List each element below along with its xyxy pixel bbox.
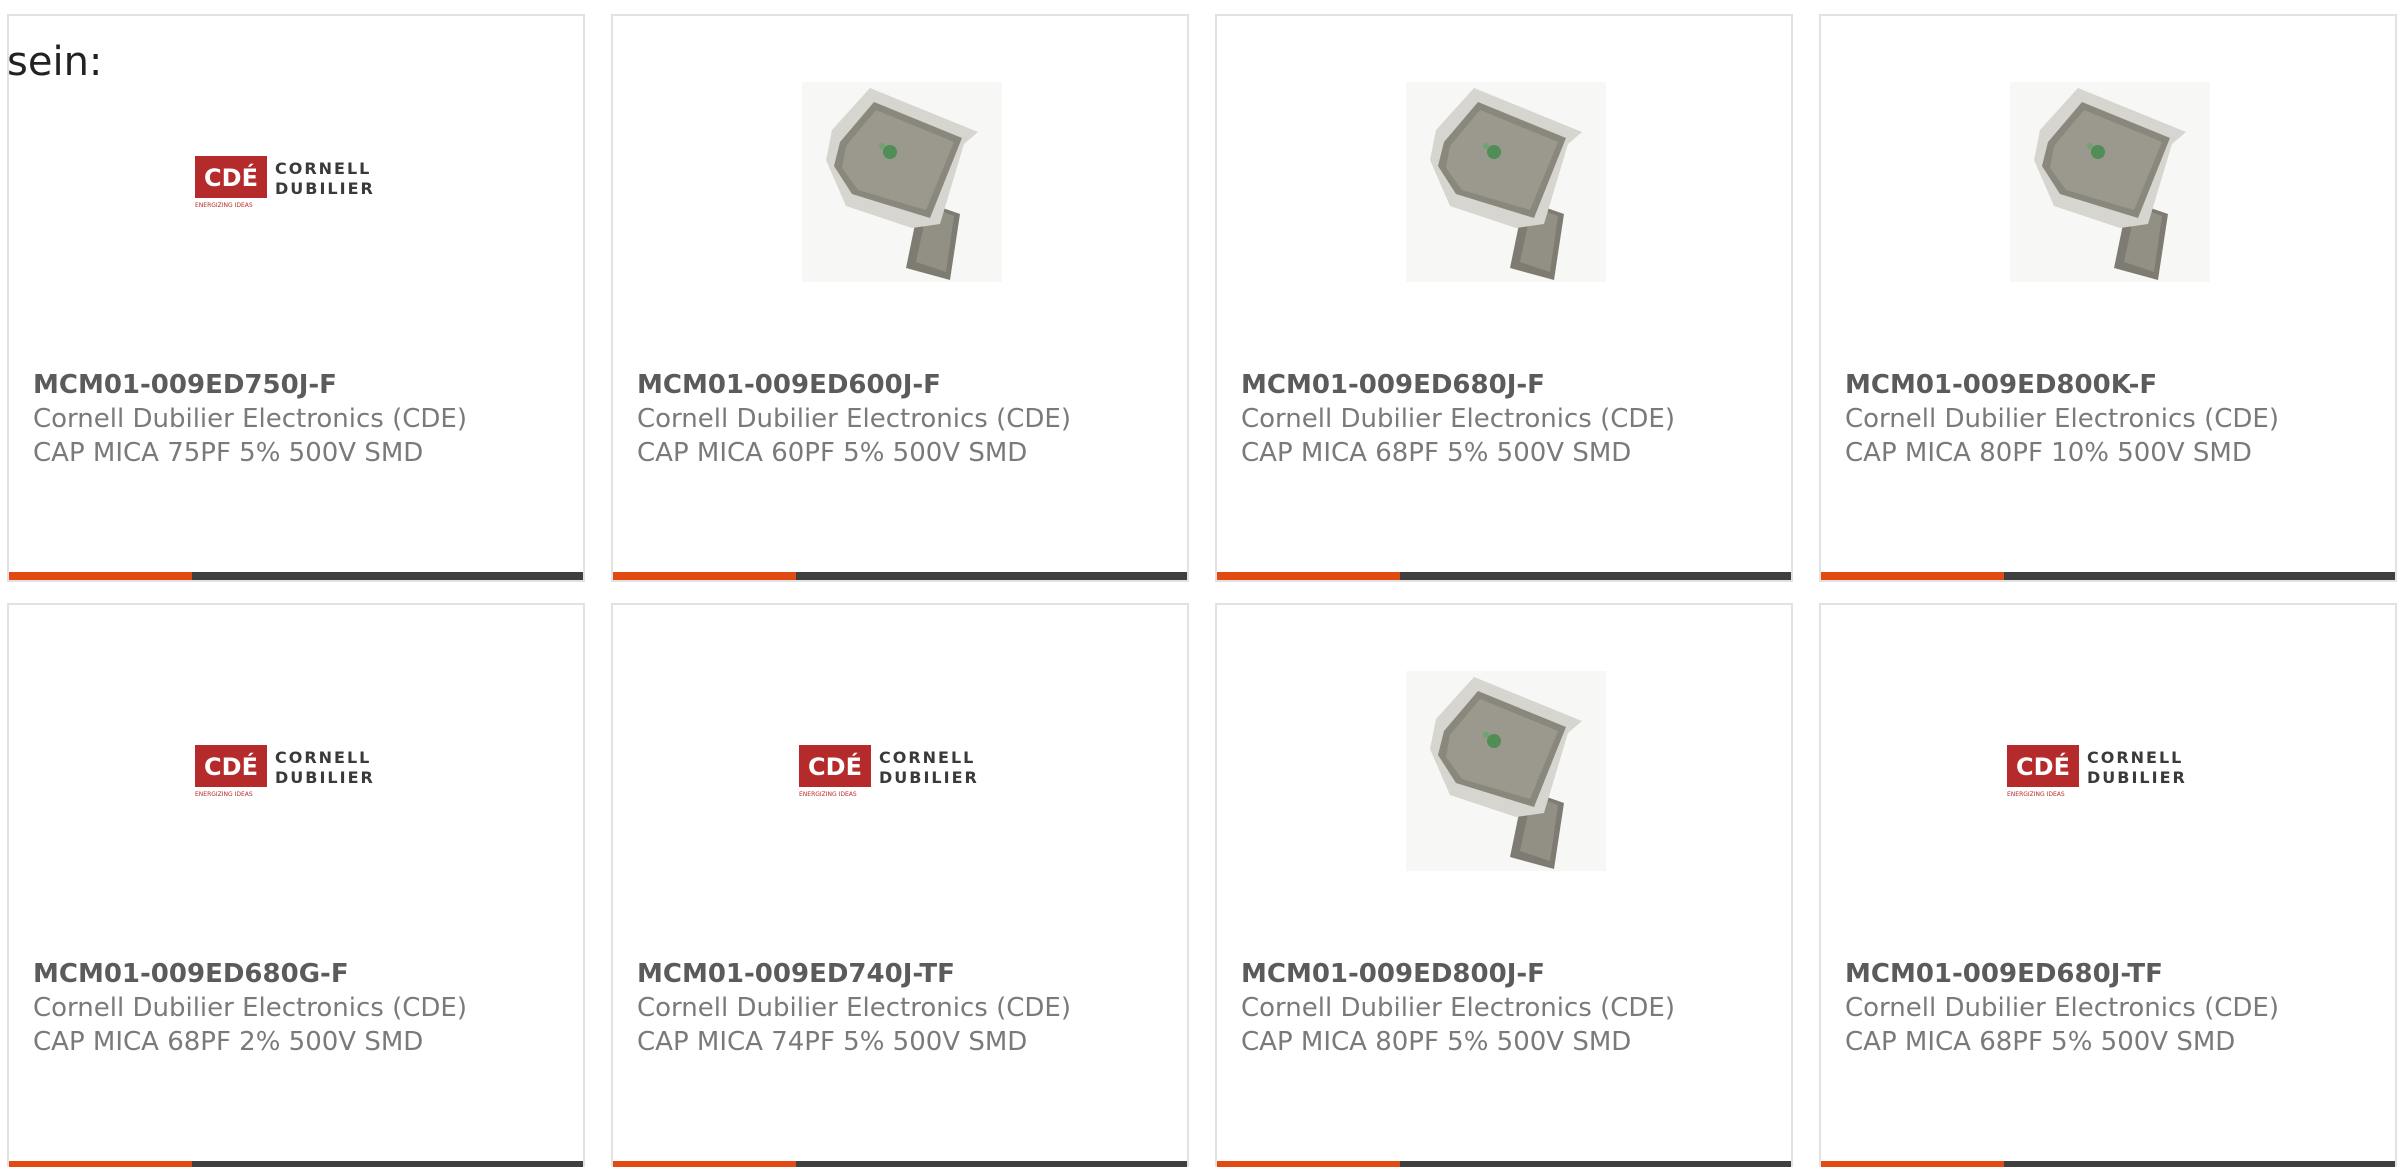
card-footer-bar	[1217, 1161, 1791, 1167]
part-number-link[interactable]: MCM01-009ED680J-F	[1241, 368, 1781, 402]
svg-text:ENERGIZING IDEAS: ENERGIZING IDEAS	[195, 791, 253, 798]
card-accent-bar	[613, 1161, 796, 1167]
product-info: MCM01-009ED600J-F Cornell Dubilier Elect…	[637, 368, 1177, 470]
product-image[interactable]	[2010, 82, 2210, 282]
card-footer-bar	[9, 572, 583, 580]
intro-text: sein:	[7, 39, 103, 85]
product-description: CAP MICA 60PF 5% 500V SMD	[637, 438, 1028, 468]
product-info: MCM01-009ED800J-F Cornell Dubilier Elect…	[1241, 957, 1781, 1059]
product-grid-page: sein: CDÉ CORNELL DUBILIER ENERGIZING IDEAS…	[0, 0, 2400, 1167]
cde-logo: CDÉ CORNELL DUBILIER ENERGIZING IDEAS	[195, 743, 401, 799]
card-accent-bar	[1217, 1161, 1400, 1167]
manufacturer-name: Cornell Dubilier Electronics (CDE)	[33, 993, 467, 1023]
part-number-link[interactable]: MCM01-009ED800J-F	[1241, 957, 1781, 991]
svg-text:CDÉ: CDÉ	[2016, 752, 2070, 781]
manufacturer-name: Cornell Dubilier Electronics (CDE)	[1241, 993, 1675, 1023]
part-number-link[interactable]: MCM01-009ED740J-TF	[637, 957, 1177, 991]
card-accent-bar	[9, 572, 192, 580]
product-description: CAP MICA 68PF 5% 500V SMD	[1241, 438, 1632, 468]
product-card[interactable]: CDÉ CORNELL DUBILIER ENERGIZING IDEAS MCM01…	[7, 603, 585, 1167]
product-image[interactable]: CDÉ CORNELL DUBILIER ENERGIZING IDEAS	[195, 671, 401, 871]
product-card[interactable]: MCM01-009ED600J-F Cornell Dubilier Elect…	[611, 14, 1189, 582]
svg-text:CORNELL: CORNELL	[2087, 748, 2183, 767]
product-card[interactable]: MCM01-009ED680J-F Cornell Dubilier Elect…	[1215, 14, 1793, 582]
product-info: MCM01-009ED680J-F Cornell Dubilier Elect…	[1241, 368, 1781, 470]
card-footer-bar	[613, 1161, 1187, 1167]
card-accent-bar	[1217, 572, 1400, 580]
product-info: MCM01-009ED680G-F Cornell Dubilier Elect…	[33, 957, 573, 1059]
manufacturer-name: Cornell Dubilier Electronics (CDE)	[1845, 404, 2279, 434]
smd-capacitor-photo	[2010, 82, 2210, 282]
product-image[interactable]: CDÉ CORNELL DUBILIER ENERGIZING IDEAS	[2007, 671, 2213, 871]
manufacturer-name: Cornell Dubilier Electronics (CDE)	[33, 404, 467, 434]
svg-text:CORNELL: CORNELL	[275, 748, 371, 767]
product-description: CAP MICA 68PF 5% 500V SMD	[1845, 1027, 2236, 1057]
svg-text:ENERGIZING IDEAS: ENERGIZING IDEAS	[195, 202, 253, 209]
card-footer-bar	[9, 1161, 583, 1167]
part-number-link[interactable]: MCM01-009ED750J-F	[33, 368, 573, 402]
cde-logo: CDÉ CORNELL DUBILIER ENERGIZING IDEAS	[195, 154, 401, 210]
manufacturer-name: Cornell Dubilier Electronics (CDE)	[637, 993, 1071, 1023]
product-card[interactable]: CDÉ CORNELL DUBILIER ENERGIZING IDEAS MCM01…	[7, 14, 585, 582]
manufacturer-name: Cornell Dubilier Electronics (CDE)	[1241, 404, 1675, 434]
smd-capacitor-photo	[802, 82, 1002, 282]
card-footer-bar	[1821, 1161, 2395, 1167]
smd-capacitor-photo	[1406, 671, 1606, 871]
card-footer-bar	[1821, 572, 2395, 580]
card-accent-bar	[1821, 572, 2004, 580]
svg-text:CDÉ: CDÉ	[204, 163, 258, 192]
product-image[interactable]	[802, 82, 1002, 282]
product-info: MCM01-009ED800K-F Cornell Dubilier Elect…	[1845, 368, 2385, 470]
product-image[interactable]	[1406, 671, 1606, 871]
svg-text:DUBILIER: DUBILIER	[275, 179, 375, 198]
svg-text:CORNELL: CORNELL	[275, 159, 371, 178]
part-number-link[interactable]: MCM01-009ED600J-F	[637, 368, 1177, 402]
svg-text:DUBILIER: DUBILIER	[2087, 768, 2187, 787]
part-number-link[interactable]: MCM01-009ED680G-F	[33, 957, 573, 991]
svg-text:CDÉ: CDÉ	[808, 752, 862, 781]
product-info: MCM01-009ED740J-TF Cornell Dubilier Elec…	[637, 957, 1177, 1059]
svg-text:ENERGIZING IDEAS: ENERGIZING IDEAS	[799, 791, 857, 798]
product-description: CAP MICA 74PF 5% 500V SMD	[637, 1027, 1028, 1057]
product-image[interactable]	[1406, 82, 1606, 282]
card-footer-bar	[613, 572, 1187, 580]
product-image[interactable]: CDÉ CORNELL DUBILIER ENERGIZING IDEAS	[195, 82, 401, 282]
card-accent-bar	[613, 572, 796, 580]
cde-logo: CDÉ CORNELL DUBILIER ENERGIZING IDEAS	[799, 743, 1005, 799]
product-description: CAP MICA 75PF 5% 500V SMD	[33, 438, 424, 468]
svg-text:CORNELL: CORNELL	[879, 748, 975, 767]
card-accent-bar	[9, 1161, 192, 1167]
part-number-link[interactable]: MCM01-009ED680J-TF	[1845, 957, 2385, 991]
manufacturer-name: Cornell Dubilier Electronics (CDE)	[637, 404, 1071, 434]
cde-logo: CDÉ CORNELL DUBILIER ENERGIZING IDEAS	[2007, 743, 2213, 799]
product-description: CAP MICA 68PF 2% 500V SMD	[33, 1027, 424, 1057]
svg-text:DUBILIER: DUBILIER	[275, 768, 375, 787]
card-footer-bar	[1217, 572, 1791, 580]
product-info: MCM01-009ED750J-F Cornell Dubilier Elect…	[33, 368, 573, 470]
svg-text:CDÉ: CDÉ	[204, 752, 258, 781]
product-card[interactable]: MCM01-009ED800J-F Cornell Dubilier Elect…	[1215, 603, 1793, 1167]
product-image[interactable]: CDÉ CORNELL DUBILIER ENERGIZING IDEAS	[799, 671, 1005, 871]
product-description: CAP MICA 80PF 10% 500V SMD	[1845, 438, 2252, 468]
product-card[interactable]: MCM01-009ED800K-F Cornell Dubilier Elect…	[1819, 14, 2397, 582]
product-info: MCM01-009ED680J-TF Cornell Dubilier Elec…	[1845, 957, 2385, 1059]
card-accent-bar	[1821, 1161, 2004, 1167]
manufacturer-name: Cornell Dubilier Electronics (CDE)	[1845, 993, 2279, 1023]
svg-text:DUBILIER: DUBILIER	[879, 768, 979, 787]
part-number-link[interactable]: MCM01-009ED800K-F	[1845, 368, 2385, 402]
svg-text:ENERGIZING IDEAS: ENERGIZING IDEAS	[2007, 791, 2065, 798]
product-card[interactable]: CDÉ CORNELL DUBILIER ENERGIZING IDEAS MCM01…	[1819, 603, 2397, 1167]
smd-capacitor-photo	[1406, 82, 1606, 282]
product-card[interactable]: CDÉ CORNELL DUBILIER ENERGIZING IDEAS MCM01…	[611, 603, 1189, 1167]
product-description: CAP MICA 80PF 5% 500V SMD	[1241, 1027, 1632, 1057]
